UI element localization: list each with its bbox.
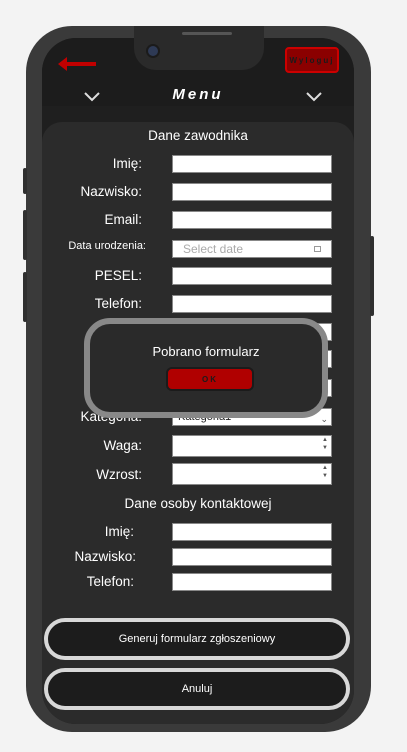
back-arrow-icon[interactable] [58, 56, 98, 72]
camera-icon [148, 46, 158, 56]
ok-button[interactable]: OK [166, 367, 254, 391]
speaker-grill [182, 32, 232, 35]
notch [134, 26, 264, 70]
label-waga: Waga: [103, 438, 142, 453]
imie-field[interactable] [172, 155, 332, 173]
cancel-button[interactable]: Anuluj [44, 668, 350, 710]
side-button-right [370, 236, 374, 316]
generate-form-button[interactable]: Generuj formularz zgłoszeniowy [44, 618, 350, 660]
label-contact-imie: Imię: [104, 524, 134, 539]
side-button-left-1 [23, 168, 27, 194]
label-contact-nazwisko: Nazwisko: [74, 549, 136, 564]
contact-imie-field[interactable] [172, 523, 332, 541]
label-wzrost: Wzrost: [96, 467, 142, 482]
side-button-left-3 [23, 272, 27, 322]
dialog-message: Pobrano formularz [152, 344, 260, 359]
nazwisko-field[interactable] [172, 183, 332, 201]
spin-arrows-icon[interactable]: ▲ ▼ [322, 436, 328, 452]
contact-nazwisko-field[interactable] [172, 548, 332, 566]
calendar-icon [314, 246, 321, 252]
wzrost-stepper[interactable]: ▲ ▼ [172, 463, 332, 485]
label-pesel: PESEL: [94, 268, 142, 283]
chevron-down-icon: ⌄ [320, 414, 328, 424]
telefon-field[interactable] [172, 295, 332, 313]
birthdate-placeholder: Select date [183, 242, 244, 256]
email-field[interactable] [172, 211, 332, 229]
birthdate-picker[interactable]: Select date [172, 240, 332, 258]
section-title-contact: Dane osoby kontaktowej [124, 496, 272, 511]
chevron-down-icon[interactable] [306, 92, 322, 102]
spin-arrows-icon[interactable]: ▲ ▼ [322, 464, 328, 480]
side-button-left-2 [23, 210, 27, 260]
label-birthdate: Data urodzenia: [68, 240, 146, 252]
section-title-athlete: Dane zawodnika [148, 128, 248, 143]
waga-stepper[interactable]: ▲ ▼ [172, 435, 332, 457]
confirmation-dialog: Pobrano formularz OK [84, 318, 328, 418]
logout-button[interactable]: Wyloguj [285, 47, 339, 73]
label-imie: Imię: [112, 156, 142, 171]
contact-telefon-field[interactable] [172, 573, 332, 591]
label-nazwisko: Nazwisko: [80, 184, 142, 199]
label-email: Email: [104, 212, 142, 227]
label-telefon: Telefon: [94, 296, 142, 311]
pesel-field[interactable] [172, 267, 332, 285]
label-contact-telefon: Telefon: [86, 574, 134, 589]
chevron-down-icon[interactable] [84, 92, 100, 102]
